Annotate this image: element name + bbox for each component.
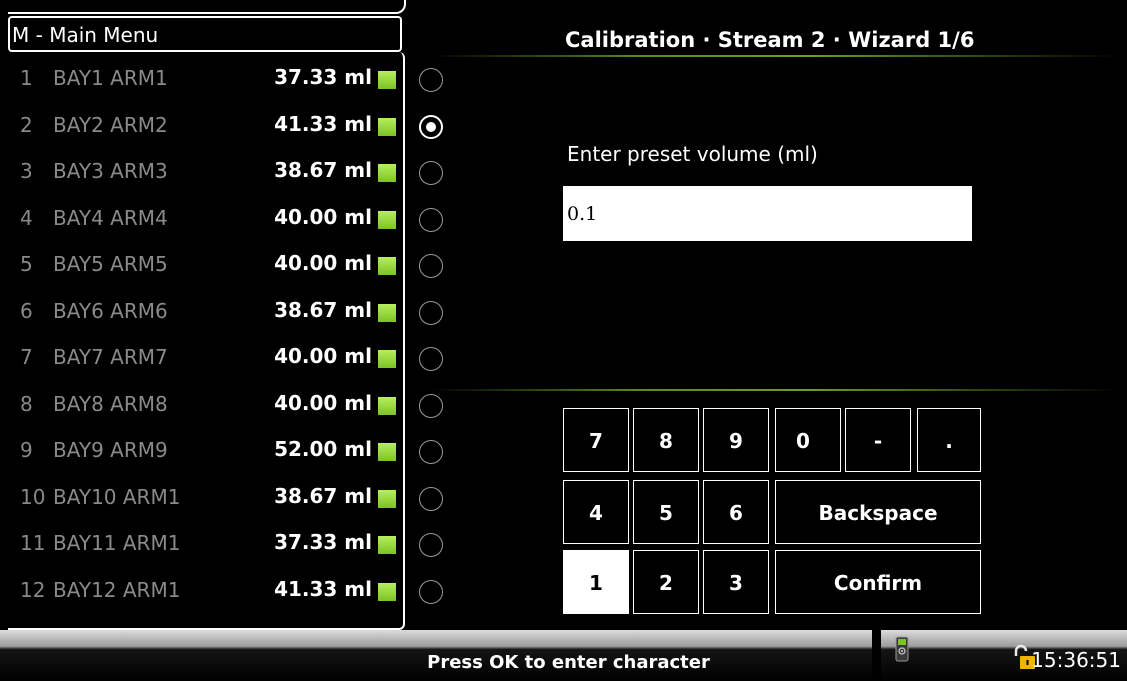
stream-select-radio[interactable] xyxy=(419,533,443,557)
stream-name: BAY11 ARM1 xyxy=(53,531,181,555)
stream-name: BAY10 ARM1 xyxy=(53,485,181,509)
key-6[interactable]: 6 xyxy=(703,480,769,544)
status-ok-indicator xyxy=(378,257,396,275)
clock-time: 15:36:51 xyxy=(1031,648,1121,672)
title-divider xyxy=(430,55,1120,57)
stream-name: BAY5 ARM5 xyxy=(53,252,168,276)
key-7[interactable]: 7 xyxy=(563,408,629,472)
stream-volume: 40.00 ml xyxy=(274,205,372,229)
status-ok-indicator xyxy=(378,71,396,89)
stream-row[interactable]: 3 BAY3 ARM3 38.67 ml xyxy=(8,149,402,195)
stream-number: 10 xyxy=(20,485,46,509)
status-ok-indicator xyxy=(378,164,396,182)
key-8[interactable]: 8 xyxy=(633,408,699,472)
stream-select-radio[interactable] xyxy=(419,115,443,139)
panel-top-decoration xyxy=(8,0,406,14)
stream-select-radio[interactable] xyxy=(419,161,443,185)
key-1[interactable]: 1 xyxy=(563,550,629,614)
stream-volume: 37.33 ml xyxy=(274,65,372,89)
stream-select-radio[interactable] xyxy=(419,580,443,604)
stream-row[interactable]: 7 BAY7 ARM7 40.00 ml xyxy=(8,335,402,381)
stream-volume: 37.33 ml xyxy=(274,530,372,554)
key-minus[interactable]: - xyxy=(845,408,911,472)
key-9[interactable]: 9 xyxy=(703,408,769,472)
stream-number: 1 xyxy=(20,66,33,90)
stream-name: BAY1 ARM1 xyxy=(53,66,168,90)
stream-volume: 38.67 ml xyxy=(274,484,372,508)
status-ok-indicator xyxy=(378,118,396,136)
stream-name: BAY6 ARM6 xyxy=(53,299,168,323)
key-2[interactable]: 2 xyxy=(633,550,699,614)
key-4[interactable]: 4 xyxy=(563,480,629,544)
stream-select-radio[interactable] xyxy=(419,440,443,464)
stream-volume: 40.00 ml xyxy=(274,391,372,415)
stream-number: 2 xyxy=(20,113,33,137)
key-decimal[interactable]: . xyxy=(917,408,981,472)
stream-row[interactable]: 5 BAY5 ARM5 40.00 ml xyxy=(8,242,402,288)
stream-number: 8 xyxy=(20,392,33,416)
stream-number: 3 xyxy=(20,159,33,183)
stream-row[interactable]: 9 BAY9 ARM9 52.00 ml xyxy=(8,428,402,474)
status-ok-indicator xyxy=(378,536,396,554)
stream-volume: 40.00 ml xyxy=(274,344,372,368)
stream-volume: 40.00 ml xyxy=(274,251,372,275)
stream-row[interactable]: 11 BAY11 ARM1 37.33 ml xyxy=(8,521,402,567)
stream-row[interactable]: 1 BAY1 ARM1 37.33 ml xyxy=(8,56,402,102)
keypad-divider xyxy=(430,389,1120,391)
preset-volume-input[interactable] xyxy=(563,186,972,241)
stream-number: 11 xyxy=(20,531,46,555)
stream-row[interactable]: 12 BAY12 ARM1 41.33 ml xyxy=(8,568,402,614)
status-ok-indicator xyxy=(378,490,396,508)
status-message: Press OK to enter character xyxy=(427,652,710,673)
stream-name: BAY12 ARM1 xyxy=(53,578,181,602)
stream-number: 7 xyxy=(20,345,33,369)
status-ok-indicator xyxy=(378,443,396,461)
stream-volume: 52.00 ml xyxy=(274,437,372,461)
stream-name: BAY7 ARM7 xyxy=(53,345,168,369)
key-5[interactable]: 5 xyxy=(633,480,699,544)
stream-volume: 38.67 ml xyxy=(274,298,372,322)
main-menu-title[interactable]: M - Main Menu xyxy=(8,16,402,52)
stream-volume: 41.33 ml xyxy=(274,577,372,601)
stream-number: 6 xyxy=(20,299,33,323)
key-3[interactable]: 3 xyxy=(703,550,769,614)
status-ok-indicator xyxy=(378,211,396,229)
status-ok-indicator xyxy=(378,397,396,415)
status-ok-indicator xyxy=(378,350,396,368)
stream-select-radio[interactable] xyxy=(419,254,443,278)
stream-name: BAY3 ARM3 xyxy=(53,159,168,183)
device-connection-icon xyxy=(895,636,909,662)
stream-name: BAY8 ARM8 xyxy=(53,392,168,416)
stream-select-radio[interactable] xyxy=(419,347,443,371)
stream-row[interactable]: 2 BAY2 ARM2 41.33 ml xyxy=(8,103,402,149)
stream-number: 9 xyxy=(20,438,33,462)
key-0[interactable]: 0 xyxy=(775,408,841,472)
status-ok-indicator xyxy=(378,583,396,601)
stream-select-radio[interactable] xyxy=(419,68,443,92)
preset-volume-label: Enter preset volume (ml) xyxy=(567,142,818,166)
confirm-button[interactable]: Confirm xyxy=(775,550,981,614)
wizard-title: Calibration · Stream 2 · Wizard 1/6 xyxy=(565,28,975,52)
stream-name: BAY2 ARM2 xyxy=(53,113,168,137)
stream-select-radio[interactable] xyxy=(419,208,443,232)
stream-name: BAY4 ARM4 xyxy=(53,206,168,230)
stream-row[interactable]: 6 BAY6 ARM6 38.67 ml xyxy=(8,289,402,335)
stream-row[interactable]: 10 BAY10 ARM1 38.67 ml xyxy=(8,475,402,521)
stream-select-radio[interactable] xyxy=(419,301,443,325)
stream-number: 12 xyxy=(20,578,46,602)
backspace-button[interactable]: Backspace xyxy=(775,480,981,544)
stream-row[interactable]: 8 BAY8 ARM8 40.00 ml xyxy=(8,382,402,428)
stream-select-radio[interactable] xyxy=(419,394,443,418)
stream-volume: 38.67 ml xyxy=(274,158,372,182)
stream-name: BAY9 ARM9 xyxy=(53,438,168,462)
stream-row[interactable]: 4 BAY4 ARM4 40.00 ml xyxy=(8,196,402,242)
stream-number: 5 xyxy=(20,252,33,276)
status-ok-indicator xyxy=(378,304,396,322)
stream-number: 4 xyxy=(20,206,33,230)
stream-volume: 41.33 ml xyxy=(274,112,372,136)
stream-select-radio[interactable] xyxy=(419,487,443,511)
